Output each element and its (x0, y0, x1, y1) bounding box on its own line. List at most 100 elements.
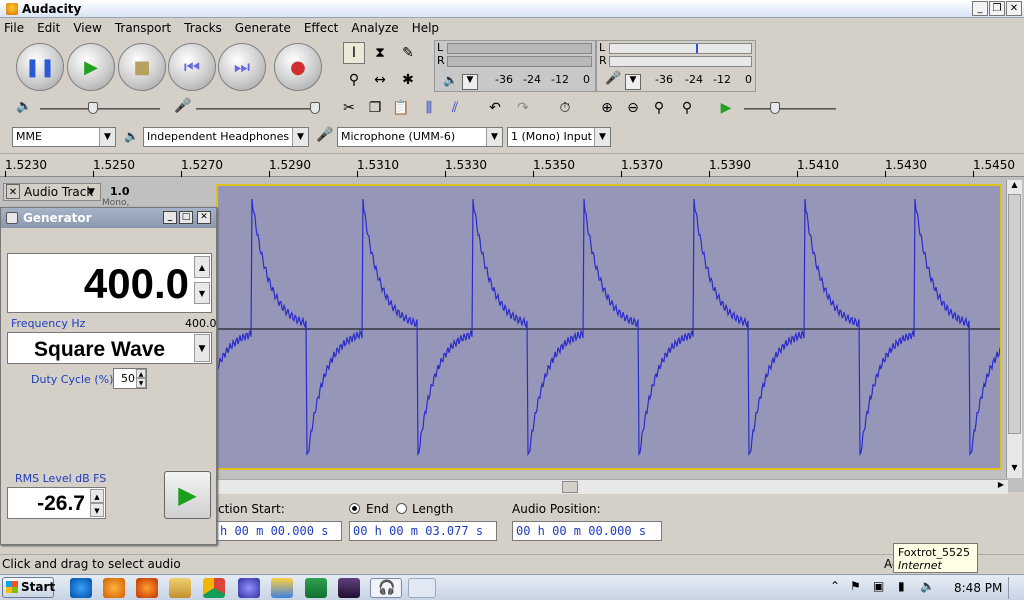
explorer-icon[interactable] (169, 578, 191, 598)
folder-app-icon[interactable] (271, 578, 293, 598)
input-channels-select[interactable]: 1 (Mono) Input Ch ▼ (507, 127, 611, 147)
fit-selection-button[interactable]: ⚲ (648, 97, 670, 119)
minimize-icon[interactable]: _ (163, 211, 177, 224)
audacity-taskbar-icon[interactable]: 🎧 (370, 578, 402, 598)
waveform-display[interactable] (216, 184, 1002, 470)
frequency-display[interactable]: 400.0 ▲ ▼ (7, 253, 212, 313)
duty-cycle-field[interactable]: 50 ▲ ▼ (113, 368, 147, 389)
rms-up-icon[interactable]: ▲ (90, 489, 104, 503)
envelope-tool[interactable]: ⧗ (369, 42, 391, 64)
playback-volume-slider[interactable] (40, 108, 160, 110)
menu-view[interactable]: View (73, 21, 101, 35)
skip-start-button[interactable]: ⏮ (168, 43, 216, 91)
zoom-tool[interactable]: ⚲ (343, 69, 365, 91)
track-name[interactable]: Audio Track (24, 184, 93, 200)
start-button[interactable]: Start (2, 577, 55, 598)
menu-edit[interactable]: Edit (37, 21, 60, 35)
system-clock[interactable]: 8:48 PM (954, 581, 1002, 595)
java-taskbar-icon[interactable] (408, 578, 436, 598)
length-radio[interactable] (396, 503, 407, 514)
cut-button[interactable]: ✂ (338, 97, 360, 119)
recording-meter[interactable]: L R 🔈 ▼ -36 -24 -12 0 (434, 40, 596, 92)
paste-button[interactable]: 📋 (390, 97, 412, 119)
audio-position-field[interactable]: 00 h 00 m 00.000 s (512, 521, 662, 541)
chrome-icon[interactable] (203, 578, 225, 598)
scroll-up-icon[interactable]: ▲ (1007, 180, 1022, 194)
silence-button[interactable]: ⫽ (444, 97, 466, 119)
sync-lock-button[interactable]: ⏱ (554, 97, 576, 119)
horizontal-scroll-thumb[interactable] (562, 481, 578, 493)
close-icon[interactable]: ✕ (197, 211, 211, 224)
selection-start-field[interactable]: h 00 m 00.000 s (216, 521, 342, 541)
scroll-down-icon[interactable]: ▼ (1007, 463, 1022, 477)
generate-play-button[interactable]: ▶ (164, 471, 211, 519)
ie-icon[interactable] (70, 578, 92, 598)
flag-icon[interactable]: ⚑ (850, 579, 861, 593)
play-at-speed-button[interactable]: ▶ (715, 97, 737, 119)
draw-tool[interactable]: ✎ (397, 42, 419, 64)
generator-window[interactable]: Generator _ □ ✕ 400.0 ▲ ▼ Frequency Hz 4… (0, 207, 217, 545)
frequency-up-icon[interactable]: ▲ (194, 256, 210, 278)
menu-generate[interactable]: Generate (235, 21, 291, 35)
multi-tool[interactable]: ✱ (397, 69, 419, 91)
recording-volume-thumb[interactable] (310, 102, 320, 114)
zoom-out-button[interactable]: ⊖ (622, 97, 644, 119)
generator-titlebar[interactable]: Generator _ □ ✕ (1, 208, 216, 228)
undo-button[interactable]: ↶ (484, 97, 506, 119)
app-icon[interactable] (238, 578, 260, 598)
recording-volume-slider[interactable] (196, 108, 320, 110)
play-speed-thumb[interactable] (770, 102, 780, 114)
menu-file[interactable]: File (4, 21, 24, 35)
end-radio[interactable] (349, 503, 360, 514)
network-icon[interactable]: ▮ (898, 579, 905, 593)
waveform-select[interactable]: Square Wave ▼ (7, 332, 212, 364)
duty-up-icon[interactable]: ▲ (136, 369, 146, 378)
show-hidden-icons[interactable]: ⌃ (830, 579, 840, 593)
menu-transport[interactable]: Transport (115, 21, 171, 35)
menu-analyze[interactable]: Analyze (351, 21, 398, 35)
play-meter-menu[interactable]: ▼ (625, 74, 641, 90)
device-icon[interactable]: ▣ (873, 579, 884, 593)
maximize-icon[interactable]: □ (179, 211, 193, 224)
horizontal-scrollbar[interactable]: ▶ (216, 479, 1008, 494)
trim-button[interactable]: ⫼ (418, 97, 440, 119)
playback-volume-thumb[interactable] (88, 102, 98, 114)
timeshift-tool[interactable]: ↔ (369, 69, 391, 91)
show-desktop-button[interactable] (1008, 577, 1022, 599)
close-button[interactable]: ✕ (1006, 1, 1022, 16)
stop-button[interactable]: ■ (118, 43, 166, 91)
vertical-scrollbar[interactable]: ▲ ▼ (1006, 180, 1022, 478)
play-speed-slider[interactable] (744, 108, 836, 110)
selection-end-field[interactable]: 00 h 00 m 03.077 s (349, 521, 497, 541)
rec-meter-menu[interactable]: ▼ (462, 74, 478, 90)
zoom-in-button[interactable]: ⊕ (596, 97, 618, 119)
firefox-icon[interactable] (136, 578, 158, 598)
close-track-icon[interactable]: ✕ (6, 184, 20, 199)
skip-end-button[interactable]: ⏭ (218, 43, 266, 91)
rew-icon[interactable] (338, 578, 360, 598)
input-device-select[interactable]: Microphone (UMM-6) ▼ (337, 127, 503, 147)
rms-down-icon[interactable]: ▼ (90, 503, 104, 517)
rms-level-field[interactable]: -26.7 ▲ ▼ (7, 487, 106, 519)
output-device-select[interactable]: Independent Headphones (IDT ▼ (143, 127, 309, 147)
menu-tracks[interactable]: Tracks (184, 21, 222, 35)
volume-icon[interactable]: 🔈 (920, 579, 935, 593)
playback-meter[interactable]: L R 🎤 ▼ -36 -24 -12 0 (596, 40, 756, 92)
frequency-down-icon[interactable]: ▼ (194, 282, 210, 304)
fit-project-button[interactable]: ⚲ (676, 97, 698, 119)
pause-button[interactable]: ❚❚ (16, 43, 64, 91)
selection-tool[interactable]: I (343, 42, 365, 64)
menu-effect[interactable]: Effect (304, 21, 339, 35)
vertical-scroll-thumb[interactable] (1008, 194, 1021, 434)
track-header[interactable]: ✕ Audio Track ▼ (3, 183, 101, 201)
excel-icon[interactable] (305, 578, 327, 598)
duty-down-icon[interactable]: ▼ (136, 378, 146, 388)
timeline-ruler[interactable]: 1.5230 1.5250 1.5270 1.5290 1.5310 1.533… (0, 153, 1024, 178)
menu-help[interactable]: Help (412, 21, 439, 35)
record-button[interactable]: ● (274, 43, 322, 91)
audio-host-select[interactable]: MME ▼ (12, 127, 116, 147)
play-button[interactable]: ▶ (67, 43, 115, 91)
scroll-right-icon[interactable]: ▶ (994, 480, 1008, 494)
minimize-button[interactable]: _ (972, 1, 988, 16)
copy-button[interactable]: ❐ (364, 97, 386, 119)
